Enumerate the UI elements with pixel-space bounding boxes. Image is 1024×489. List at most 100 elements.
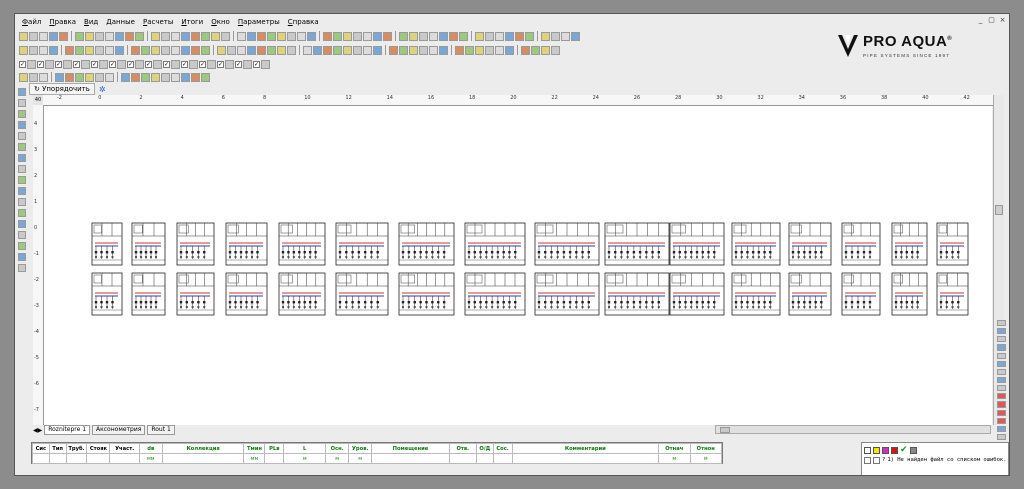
grid-unit-cell[interactable] <box>86 453 111 464</box>
floor-plan-block[interactable] <box>604 222 670 266</box>
toolbar-button-icon[interactable] <box>227 45 236 55</box>
right-tool-icon[interactable] <box>996 344 1006 351</box>
toolbar-button-icon[interactable] <box>343 45 352 55</box>
grid-column-header[interactable]: Труб. <box>65 443 88 454</box>
toolbar-button-icon[interactable] <box>81 59 90 69</box>
option-checkbox[interactable]: ✓ <box>109 60 116 68</box>
toolbar-button-icon[interactable] <box>171 31 180 41</box>
toolbar-button-icon[interactable] <box>561 31 570 41</box>
toolbar-button-icon[interactable] <box>29 45 38 55</box>
toolbar-button-icon[interactable] <box>429 31 438 41</box>
floor-plan-block[interactable] <box>176 222 215 266</box>
toolbar-button-icon[interactable] <box>353 31 362 41</box>
toolbar-button-icon[interactable] <box>439 45 448 55</box>
toolbar-button-icon[interactable] <box>191 45 200 55</box>
grid-column-header[interactable]: Сос. <box>492 443 513 454</box>
toolbar-button-icon[interactable] <box>201 31 210 41</box>
side-tool-icon[interactable] <box>18 187 26 195</box>
filter-color-swatch[interactable] <box>873 446 880 454</box>
toolbar-button-icon[interactable] <box>151 72 160 82</box>
toolbar-button-icon[interactable] <box>201 72 210 82</box>
floor-plan-block[interactable] <box>669 272 725 316</box>
toolbar-button-icon[interactable] <box>277 31 286 41</box>
toolbar-button-icon[interactable] <box>27 59 36 69</box>
option-checkbox[interactable]: ✓ <box>235 60 242 68</box>
toolbar-button-icon[interactable] <box>455 45 464 55</box>
option-checkbox[interactable]: ✓ <box>19 60 26 68</box>
toolbar-button-icon[interactable] <box>135 59 144 69</box>
grid-unit-cell[interactable]: м <box>348 453 373 464</box>
toolbar-button-icon[interactable] <box>551 45 560 55</box>
horizontal-scrollbar[interactable] <box>715 425 991 434</box>
toolbar-button-icon[interactable] <box>85 31 94 41</box>
grid-column-header[interactable]: Тип <box>48 443 67 454</box>
sheet-nav-icon[interactable]: ◀▶ <box>33 427 42 434</box>
toolbar-button-icon[interactable] <box>105 45 114 55</box>
toolbar-button-icon[interactable] <box>191 72 200 82</box>
toolbar-button-icon[interactable] <box>201 45 210 55</box>
floor-plan-block[interactable] <box>841 222 881 266</box>
close-button[interactable]: × <box>998 16 1007 24</box>
grid-column-header[interactable]: L <box>283 443 327 454</box>
option-checkbox[interactable]: ✓ <box>217 60 224 68</box>
filter-color-swatch[interactable] <box>864 446 871 454</box>
error-checkbox[interactable] <box>864 457 871 464</box>
option-checkbox[interactable]: ✓ <box>55 60 62 68</box>
floor-plan-block[interactable] <box>669 222 725 266</box>
toolbar-button-icon[interactable] <box>515 31 524 41</box>
toolbar-button-icon[interactable] <box>485 45 494 55</box>
floor-plan-block[interactable] <box>731 222 781 266</box>
grid-column-header[interactable]: Помещение <box>371 443 450 454</box>
toolbar-button-icon[interactable] <box>247 31 256 41</box>
grid-unit-cell[interactable] <box>161 453 245 464</box>
toolbar-button-icon[interactable] <box>181 45 190 55</box>
floor-plan-block[interactable] <box>398 222 455 266</box>
error-checkbox-2[interactable] <box>873 457 880 464</box>
toolbar-button-icon[interactable] <box>475 31 484 41</box>
floor-plan-block[interactable] <box>788 272 832 316</box>
option-checkbox[interactable]: ✓ <box>253 60 260 68</box>
floor-plan-block[interactable] <box>841 272 881 316</box>
grid-unit-cell[interactable] <box>492 453 513 464</box>
toolbar-button-icon[interactable] <box>333 45 342 55</box>
toolbar-button-icon[interactable] <box>189 59 198 69</box>
floor-plan-block[interactable] <box>176 272 215 316</box>
right-tool-icon[interactable] <box>996 336 1006 343</box>
floor-plan-block[interactable] <box>936 272 969 316</box>
toolbar-button-icon[interactable] <box>105 31 114 41</box>
grid-column-header[interactable]: dв <box>138 443 163 454</box>
toolbar-button-icon[interactable] <box>151 45 160 55</box>
option-checkbox[interactable]: ✓ <box>181 60 188 68</box>
side-tool-icon[interactable] <box>18 264 26 272</box>
right-tool-icon[interactable] <box>996 401 1006 408</box>
grid-column-header[interactable]: Отнач <box>658 443 691 454</box>
floor-plan-block[interactable] <box>335 222 389 266</box>
toolbar-button-icon[interactable] <box>505 45 514 55</box>
toolbar-button-icon[interactable] <box>39 72 48 82</box>
side-tool-icon[interactable] <box>18 132 26 140</box>
floor-plan-block[interactable] <box>131 222 166 266</box>
sheet-tab-rout[interactable]: Rout 1 <box>147 425 175 435</box>
grid-column-header[interactable]: Комментарии <box>511 443 660 454</box>
toolbar-button-icon[interactable] <box>19 31 28 41</box>
toolbar-button-icon[interactable] <box>541 31 550 41</box>
toolbar-button-icon[interactable] <box>373 31 382 41</box>
side-tool-icon[interactable] <box>18 209 26 217</box>
toolbar-button-icon[interactable] <box>429 45 438 55</box>
toolbar-button-icon[interactable] <box>181 31 190 41</box>
toolbar-button-icon[interactable] <box>39 31 48 41</box>
side-tool-icon[interactable] <box>18 198 26 206</box>
side-tool-icon[interactable] <box>18 231 26 239</box>
toolbar-button-icon[interactable] <box>161 31 170 41</box>
toolbar-button-icon[interactable] <box>115 45 124 55</box>
grid-column-header[interactable]: Отв. <box>448 443 477 454</box>
toolbar-button-icon[interactable] <box>59 31 68 41</box>
toolbar-button-icon[interactable] <box>75 72 84 82</box>
right-tool-icon[interactable] <box>996 417 1006 424</box>
toolbar-button-icon[interactable] <box>85 45 94 55</box>
toolbar-button-icon[interactable] <box>399 45 408 55</box>
minimize-button[interactable]: _ <box>976 16 985 24</box>
toolbar-button-icon[interactable] <box>55 72 64 82</box>
floor-plan-block[interactable] <box>91 222 123 266</box>
tab-arrange[interactable]: ↻ Упорядочить <box>29 83 95 95</box>
